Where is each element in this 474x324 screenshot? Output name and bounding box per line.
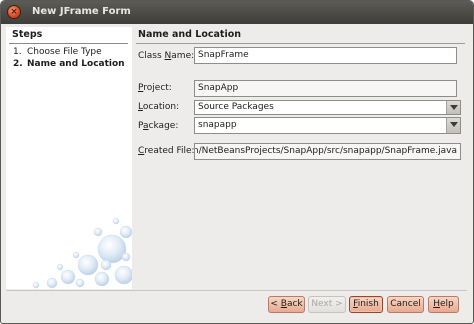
package-label: Package: [138,121,179,131]
location-value: Source Packages [198,102,274,112]
help-button[interactable]: Help [428,296,459,313]
finish-button[interactable]: Finish [349,296,383,313]
steps-heading: Steps [12,29,43,40]
created-file-label: Created File: [138,146,195,156]
class-name-field[interactable]: SnapFrame [194,47,457,64]
next-button[interactable]: Next > [308,296,346,313]
package-combo[interactable]: snapapp [194,117,461,134]
new-jframe-form-dialog: × New JFrame Form Steps 1. Choose File T… [0,0,474,324]
window-title: New JFrame Form [32,6,131,17]
created-file-field[interactable]: nathan/NetBeansProjects/SnapApp/src/snap… [194,143,461,160]
chevron-down-icon[interactable] [446,118,460,133]
step-label: Choose File Type [27,47,102,57]
location-label: Location: [138,102,180,112]
close-icon[interactable]: × [8,6,20,18]
project-field[interactable]: SnapApp [194,80,457,97]
steps-panel: Steps 1. Choose File Type 2. Name and Loca… [6,27,132,289]
chevron-down-icon[interactable] [446,101,460,114]
back-button[interactable]: < Back [268,296,305,313]
step-number: 1. [13,47,22,57]
steps-divider [9,43,128,44]
button-bar-divider [6,290,467,291]
content-heading: Name and Location [138,29,242,40]
step-label: Name and Location [27,59,125,69]
location-combo[interactable]: Source Packages [194,100,461,115]
step-choose-file-type: 1. Choose File Type [13,47,102,57]
class-name-label: Class Name: [138,51,195,61]
cancel-button[interactable]: Cancel [387,296,424,313]
step-name-and-location: 2. Name and Location [13,59,125,69]
step-number: 2. [13,59,23,69]
title-bar[interactable]: × New JFrame Form [1,1,473,24]
package-value: snapapp [198,120,237,130]
project-label: Project: [138,83,172,93]
content-divider [136,43,465,44]
